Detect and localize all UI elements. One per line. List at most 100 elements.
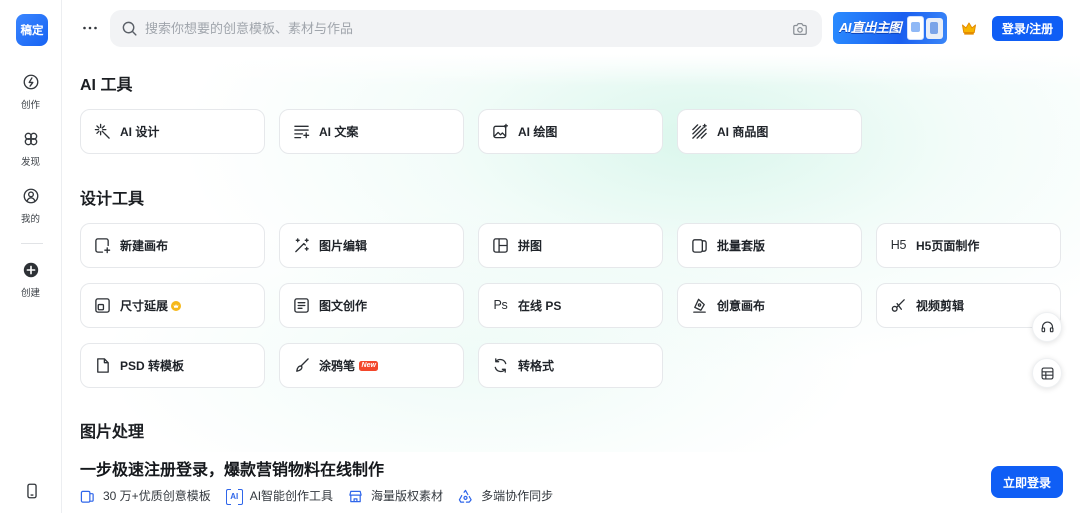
sparkle-icon: [94, 123, 111, 140]
tool-card-label: AI 绘图: [518, 125, 558, 139]
search-input[interactable]: [145, 10, 775, 47]
tool-card-label: 涂鸦笔: [319, 359, 356, 373]
tool-card-batch-template[interactable]: 批量套版: [677, 223, 862, 268]
sidebar-item-label: 创作: [20, 100, 40, 111]
tool-card-collage[interactable]: 拼图: [478, 223, 663, 268]
vip-badge-icon: [171, 300, 182, 311]
search-icon[interactable]: [121, 20, 138, 37]
signup-title: 一步极速注册登录，爆款营销物料在线制作: [80, 462, 385, 479]
sidebar: 稿定 创作 发现 我的 创建: [0, 0, 62, 513]
template-icon: [80, 490, 94, 503]
tool-card-label: 尺寸延展: [120, 299, 169, 313]
table-icon: [1041, 367, 1053, 379]
ps-icon: Ps: [492, 297, 509, 314]
feature-label: AI智能创作工具: [249, 489, 334, 503]
pen-nib-icon: [691, 297, 708, 314]
profile-icon: [23, 188, 38, 204]
add-circle-icon: [23, 262, 38, 278]
tool-card-ai-copywriting[interactable]: AI 文案: [279, 109, 464, 154]
feature-label: 海量版权素材: [371, 489, 444, 503]
sidebar-item-create[interactable]: 创作: [0, 73, 61, 112]
image-icon: [492, 123, 509, 140]
crown-icon[interactable]: [961, 21, 977, 35]
design-tools-grid: 新建画布 图片编辑 拼图 批量套版 H5 H5页面制作 尺寸延展 图文创作 Ps…: [80, 223, 1061, 388]
tool-card-h5-page[interactable]: H5 H5页面制作: [876, 223, 1061, 268]
sidebar-item-mine[interactable]: 我的: [0, 187, 61, 226]
sync-icon: [458, 489, 472, 503]
ps-icon-text: Ps: [493, 298, 508, 312]
tool-card-doodle-brush[interactable]: 涂鸦笔 New: [279, 343, 464, 388]
tool-card-label: 拼图: [518, 239, 543, 253]
login-register-button[interactable]: 登录/注册: [992, 16, 1063, 41]
promo-product-image: [907, 16, 924, 40]
tool-card-label: 创意画布: [717, 299, 766, 313]
tool-card-resize[interactable]: 尺寸延展: [80, 283, 265, 328]
tool-card-label: 批量套版: [717, 239, 766, 253]
tool-card-image-edit[interactable]: 图片编辑: [279, 223, 464, 268]
tool-card-label: 新建画布: [120, 239, 169, 253]
camera-icon[interactable]: [792, 21, 808, 37]
promo-product-image: [926, 18, 943, 39]
more-dots-icon[interactable]: [81, 19, 99, 37]
tool-card-label: 图片编辑: [319, 239, 368, 253]
tool-card-ai-design[interactable]: AI 设计: [80, 109, 265, 154]
login-now-button[interactable]: 立即登录: [991, 466, 1063, 498]
tool-card-graphic-text[interactable]: 图文创作: [279, 283, 464, 328]
tool-card-label: PSD 转模板: [120, 359, 185, 373]
sidebar-item-label: 发现: [20, 157, 40, 168]
tool-card-label: AI 商品图: [717, 125, 769, 139]
tool-card-ai-product-image[interactable]: AI 商品图: [677, 109, 862, 154]
resize-icon: [94, 297, 111, 314]
file-icon: [94, 357, 111, 374]
tool-card-label: 视频剪辑: [916, 299, 965, 313]
h5-icon: H5: [890, 237, 907, 254]
convert-icon: [492, 357, 509, 374]
logo-text: 稿定: [20, 25, 44, 37]
feature-item: 30 万+优质创意模板: [80, 488, 211, 504]
hatch-icon: [691, 123, 708, 140]
login-now-label: 立即登录: [1002, 475, 1051, 490]
tool-card-label: AI 设计: [120, 125, 160, 139]
tool-card-psd-to-template[interactable]: PSD 转模板: [80, 343, 265, 388]
signup-bar: 一步极速注册登录，爆款营销物料在线制作 30 万+优质创意模板 AI AI智能创…: [62, 452, 1080, 513]
collage-icon: [492, 237, 509, 254]
headset-icon: [1041, 321, 1053, 332]
tool-card-online-ps[interactable]: Ps 在线 PS: [478, 283, 663, 328]
tool-card-label: AI 文案: [319, 125, 359, 139]
create-icon: [23, 74, 38, 90]
feature-label: 多端协作同步: [481, 489, 554, 503]
tool-card-convert-format[interactable]: 转格式: [478, 343, 663, 388]
customer-service-button[interactable]: [1032, 312, 1062, 342]
scissors-icon: [890, 297, 907, 314]
new-badge: New: [359, 360, 379, 371]
logo[interactable]: 稿定: [16, 14, 48, 46]
ai-tools-grid: AI 设计 AI 文案 AI 绘图 AI 商品图: [80, 109, 1061, 154]
store-icon: [349, 490, 362, 502]
section-title-design-tools: 设计工具: [80, 191, 145, 208]
sidebar-divider: [21, 243, 43, 244]
app-root: 稿定 创作 发现 我的 创建 AI直出主图 登录/注册: [0, 0, 1080, 513]
tool-card-creative-canvas[interactable]: 创意画布: [677, 283, 862, 328]
promo-banner[interactable]: AI直出主图: [833, 12, 947, 44]
brush-icon: [293, 357, 310, 374]
promo-banner-text: AI直出主图: [839, 20, 902, 35]
feature-item: 多端协作同步: [458, 488, 553, 504]
h5-icon-text: H5: [890, 238, 907, 252]
feature-label: 30 万+优质创意模板: [103, 489, 211, 503]
mobile-icon[interactable]: [23, 482, 41, 500]
signup-features: 30 万+优质创意模板 AI AI智能创作工具 海量版权素材 多端协作同步: [80, 488, 568, 505]
sidebar-item-new[interactable]: 创建: [0, 261, 61, 300]
table-tool-button[interactable]: [1032, 358, 1062, 388]
feature-item: AI AI智能创作工具: [225, 488, 334, 505]
sidebar-item-discover[interactable]: 发现: [0, 130, 61, 169]
tool-card-new-canvas[interactable]: 新建画布: [80, 223, 265, 268]
tool-card-label: 在线 PS: [518, 299, 562, 313]
login-register-label: 登录/注册: [1001, 22, 1054, 36]
tool-card-label: H5页面制作: [916, 239, 980, 253]
tool-card-ai-drawing[interactable]: AI 绘图: [478, 109, 663, 154]
feature-item: 海量版权素材: [348, 488, 443, 504]
sidebar-item-label: 我的: [20, 214, 40, 225]
batch-icon: [691, 237, 708, 254]
new-canvas-icon: [94, 237, 111, 254]
text-lines-icon: [293, 123, 310, 140]
